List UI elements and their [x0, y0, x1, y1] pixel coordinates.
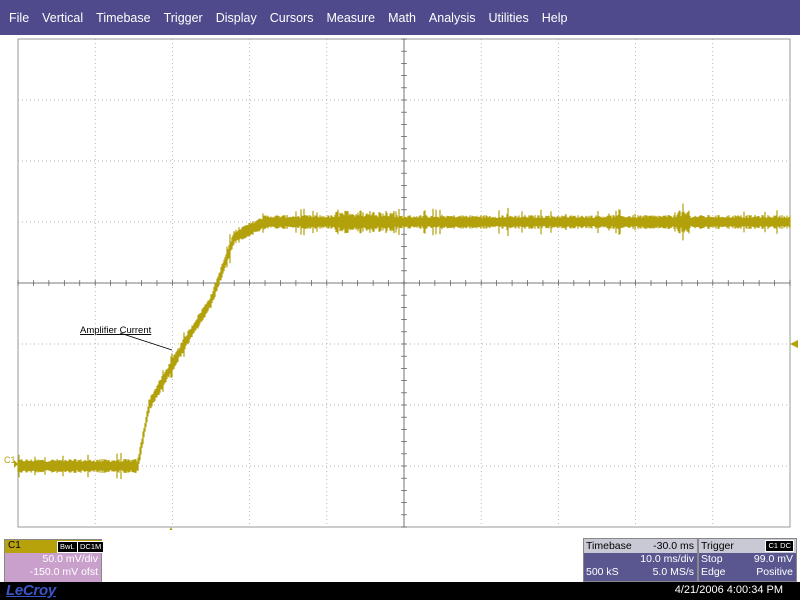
trigger-level: 99.0 mV: [753, 553, 793, 565]
footer-bar: LeCroy 4/21/2006 4:00:34 PM: [0, 582, 800, 600]
timebase-header: Timebase -30.0 ms: [584, 539, 697, 553]
menu-timebase[interactable]: Timebase: [90, 11, 157, 25]
annotation-group: Amplifier Current: [80, 325, 173, 351]
trigger-header: Trigger C1 DC: [699, 539, 796, 553]
trigger-level-arrow-icon[interactable]: [790, 340, 798, 348]
volts-per-div: 50.0 mV/div: [42, 553, 98, 565]
time-per-div: 10.0 ms/div: [640, 553, 694, 565]
channel-offset: -150.0 mV ofst: [29, 566, 98, 578]
waveform-svg: Amplifier Current C1: [4, 38, 798, 530]
menu-help[interactable]: Help: [536, 11, 575, 25]
trigger-title: Trigger: [701, 540, 734, 552]
menu-display[interactable]: Display: [210, 11, 264, 25]
channel-c1-panel[interactable]: C1 BwL DC1M 50.0 mV/div -150.0 mV ofst: [4, 539, 105, 583]
menu-file[interactable]: File: [0, 11, 36, 25]
menu-measure[interactable]: Measure: [320, 11, 382, 25]
sample-rate: 5.0 MS/s: [652, 566, 694, 578]
channel-marker-c1[interactable]: C1: [4, 455, 16, 465]
brand-logo: LeCroy: [6, 582, 56, 599]
menu-utilities[interactable]: Utilities: [482, 11, 535, 25]
sample-count: 500 kS: [586, 566, 619, 578]
menu-cursors[interactable]: Cursors: [264, 11, 321, 25]
trigger-slope: Positive: [756, 566, 793, 578]
trigger-mode: Stop: [701, 553, 723, 565]
datetime: 4/21/2006 4:00:34 PM: [674, 584, 783, 596]
annotation-label: Amplifier Current: [80, 325, 152, 336]
channel-c1-header: C1 BwL DC1M: [5, 540, 105, 553]
waveform-display[interactable]: Amplifier Current C1: [0, 35, 800, 530]
menu-analysis[interactable]: Analysis: [423, 11, 483, 25]
menu-bar: File Vertical Timebase Trigger Display Cursor…: [0, 0, 800, 35]
timebase-delay: -30.0 ms: [653, 540, 694, 552]
status-area: C1 BwL DC1M 50.0 mV/div -150.0 mV ofst T…: [0, 530, 800, 583]
coupling-badge: DC1M: [77, 541, 105, 553]
bandwidth-badge: BwL: [57, 541, 78, 553]
timebase-panel[interactable]: Timebase -30.0 ms 10.0 ms/div 500 kS 5.0…: [583, 538, 698, 582]
menu-trigger[interactable]: Trigger: [158, 11, 210, 25]
trigger-panel[interactable]: Trigger C1 DC Stop 99.0 mV Edge Positive: [698, 538, 797, 582]
channel-c1-label: C1: [8, 540, 21, 551]
menu-math[interactable]: Math: [382, 11, 423, 25]
graticule: [17, 38, 791, 528]
menu-vertical[interactable]: Vertical: [36, 11, 90, 25]
timebase-title: Timebase: [586, 540, 632, 552]
channel-c1-body: 50.0 mV/div -150.0 mV ofst: [5, 553, 101, 582]
trigger-type: Edge: [701, 566, 726, 578]
trigger-source-badge: C1 DC: [765, 540, 794, 552]
